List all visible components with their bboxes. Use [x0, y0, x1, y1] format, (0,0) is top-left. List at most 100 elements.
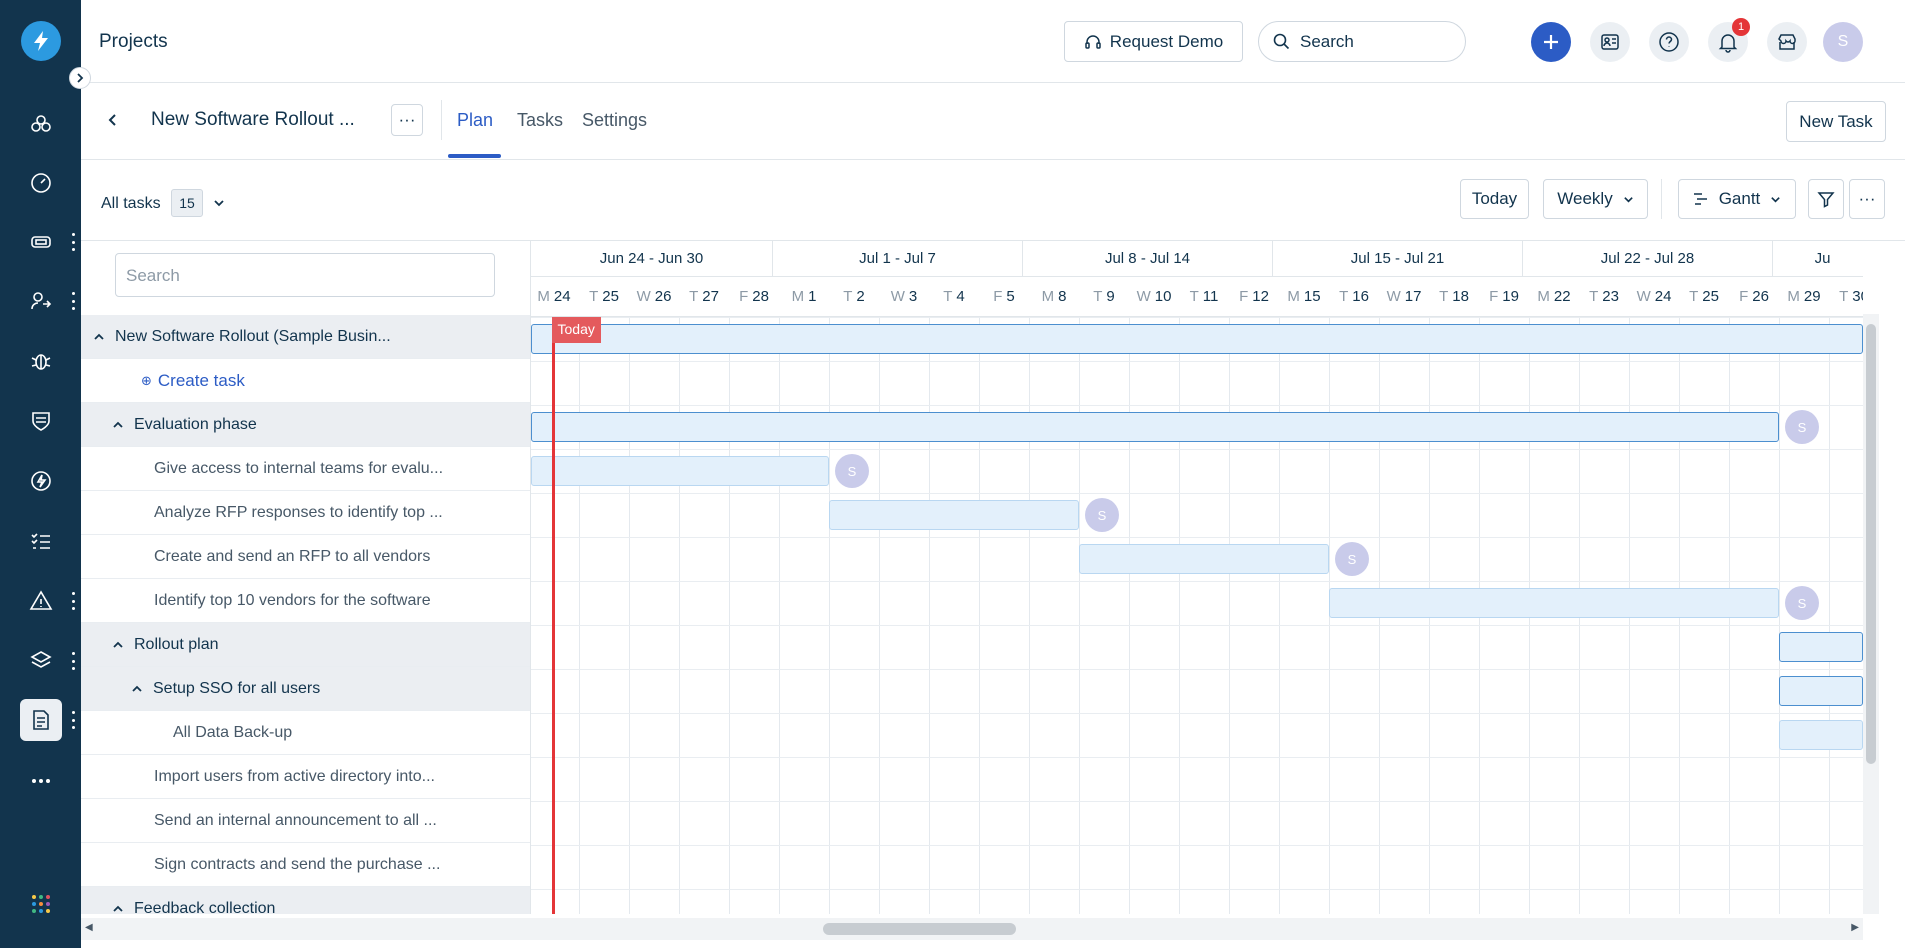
bug-icon[interactable]: [20, 340, 62, 382]
add-new-button[interactable]: [1531, 22, 1571, 62]
task-bar[interactable]: [829, 500, 1079, 530]
summary-bar[interactable]: [531, 412, 1779, 442]
view-dropdown[interactable]: Gantt: [1678, 179, 1796, 219]
task-filter-label[interactable]: All tasks: [101, 195, 161, 213]
day-letter: T: [1093, 288, 1103, 305]
row-label: Import users from active directory into.…: [154, 767, 435, 785]
expand-sidebar-button[interactable]: [69, 67, 91, 89]
warning-icon[interactable]: [20, 580, 62, 622]
task-group-row[interactable]: Setup SSO for all users: [81, 667, 530, 711]
chevron-down-icon[interactable]: [213, 197, 225, 209]
toolbar-more-button[interactable]: ···: [1849, 179, 1885, 219]
grid-line: [729, 317, 730, 914]
day-letter: F: [1489, 288, 1499, 305]
assignee-avatar[interactable]: S: [1785, 410, 1819, 444]
more-dots-icon[interactable]: [70, 652, 76, 670]
vertical-scrollbar[interactable]: [1863, 314, 1879, 914]
today-button[interactable]: Today: [1460, 179, 1529, 219]
day-letter: T: [689, 288, 699, 305]
more-apps-icon[interactable]: [20, 760, 62, 802]
day-number: 4: [956, 288, 965, 305]
summary-bar[interactable]: [531, 324, 1863, 354]
assignee-avatar[interactable]: S: [1785, 586, 1819, 620]
day-header: W3: [879, 277, 929, 317]
ticket-icon[interactable]: [20, 221, 62, 263]
task-bar[interactable]: [1779, 720, 1863, 750]
row-label: Create task: [157, 370, 245, 390]
task-bar[interactable]: [531, 456, 829, 486]
project-more-button[interactable]: ···: [391, 104, 423, 136]
today-marker-line: [551, 317, 555, 914]
scroll-right-arrow-icon[interactable]: ▶: [1851, 922, 1859, 933]
task-bar[interactable]: [1329, 588, 1779, 618]
task-row[interactable]: Give access to internal teams for evalu.…: [81, 447, 530, 491]
chevron-up-icon[interactable]: [112, 903, 124, 915]
freshworks-logo-icon[interactable]: [21, 21, 61, 61]
app-switcher-icon[interactable]: [20, 883, 62, 925]
filter-button[interactable]: [1808, 179, 1844, 219]
contacts-icon[interactable]: [20, 280, 62, 322]
task-row[interactable]: Import users from active directory into.…: [81, 755, 530, 799]
task-bar[interactable]: [1079, 544, 1329, 574]
contacts-directory-button[interactable]: [1590, 22, 1630, 62]
task-row[interactable]: Identify top 10 vendors for the software: [81, 579, 530, 623]
assignee-avatar[interactable]: S: [1085, 498, 1119, 532]
lightning-icon[interactable]: [20, 460, 62, 502]
task-group-row[interactable]: Rollout plan: [81, 623, 530, 667]
tickets-icon[interactable]: [20, 103, 62, 145]
user-avatar[interactable]: S: [1823, 22, 1863, 62]
shield-icon[interactable]: [20, 400, 62, 442]
tab-plan[interactable]: Plan: [457, 110, 493, 131]
scroll-left-arrow-icon[interactable]: ◀: [85, 922, 93, 933]
day-letter: F: [1239, 288, 1249, 305]
task-group-row[interactable]: Feedback collection: [81, 887, 530, 915]
day-header: F 26: [1729, 277, 1779, 317]
view-value: Gantt: [1718, 189, 1761, 208]
more-dots-icon[interactable]: [70, 292, 76, 310]
grid-row-line: [531, 405, 1863, 406]
checklist-icon[interactable]: [20, 520, 62, 562]
chevron-up-icon[interactable]: [112, 639, 124, 651]
task-group-row[interactable]: New Software Rollout (Sample Busin...: [81, 315, 530, 359]
request-demo-button[interactable]: Request Demo: [1064, 21, 1243, 62]
more-dots-icon[interactable]: [70, 711, 76, 729]
chevron-up-icon[interactable]: [131, 683, 143, 695]
task-row[interactable]: Send an internal announcement to all ...: [81, 799, 530, 843]
help-button[interactable]: [1649, 22, 1689, 62]
task-group-row[interactable]: Evaluation phase: [81, 403, 530, 447]
week-header: Jul 22 - Jul 28: [1523, 241, 1773, 277]
projects-icon[interactable]: [20, 699, 62, 741]
more-dots-icon[interactable]: [70, 233, 76, 251]
marketplace-button[interactable]: [1767, 22, 1807, 62]
chevron-up-icon[interactable]: [93, 331, 105, 343]
plus-icon: [1544, 35, 1558, 49]
summary-bar[interactable]: [1779, 632, 1863, 662]
dashboard-icon[interactable]: [20, 162, 62, 204]
summary-bar[interactable]: [1779, 676, 1863, 706]
timescale-dropdown[interactable]: Weekly: [1543, 179, 1648, 219]
task-row[interactable]: Sign contracts and send the purchase ...: [81, 843, 530, 887]
assignee-avatar[interactable]: S: [1335, 542, 1369, 576]
task-row[interactable]: Analyze RFP responses to identify top ..…: [81, 491, 530, 535]
layers-icon[interactable]: [20, 640, 62, 682]
new-task-button[interactable]: New Task: [1786, 101, 1886, 142]
notifications-button[interactable]: 1: [1708, 18, 1750, 62]
tab-tasks[interactable]: Tasks: [517, 110, 563, 131]
row-label: Send an internal announcement to all ...: [154, 811, 437, 829]
task-row[interactable]: All Data Back-up: [81, 711, 530, 755]
task-row[interactable]: Create and send an RFP to all vendors: [81, 535, 530, 579]
vertical-scroll-thumb[interactable]: [1866, 324, 1876, 764]
task-search-input[interactable]: Search: [115, 253, 495, 297]
more-dots-icon[interactable]: [70, 592, 76, 610]
more-horizontal-icon: ···: [398, 110, 416, 129]
chevron-up-icon[interactable]: [112, 419, 124, 431]
horizontal-scroll-thumb[interactable]: [823, 923, 1016, 935]
global-search-input[interactable]: Search: [1258, 21, 1466, 62]
tab-settings[interactable]: Settings: [582, 110, 647, 131]
assignee-avatar[interactable]: S: [835, 454, 869, 488]
day-header: M 15: [1279, 277, 1329, 317]
day-header: T 11: [1179, 277, 1229, 317]
back-arrow-icon[interactable]: [106, 113, 120, 127]
horizontal-scrollbar[interactable]: ◀ ▶: [81, 918, 1863, 940]
create-task-row[interactable]: ⊕ Create task: [81, 359, 530, 403]
